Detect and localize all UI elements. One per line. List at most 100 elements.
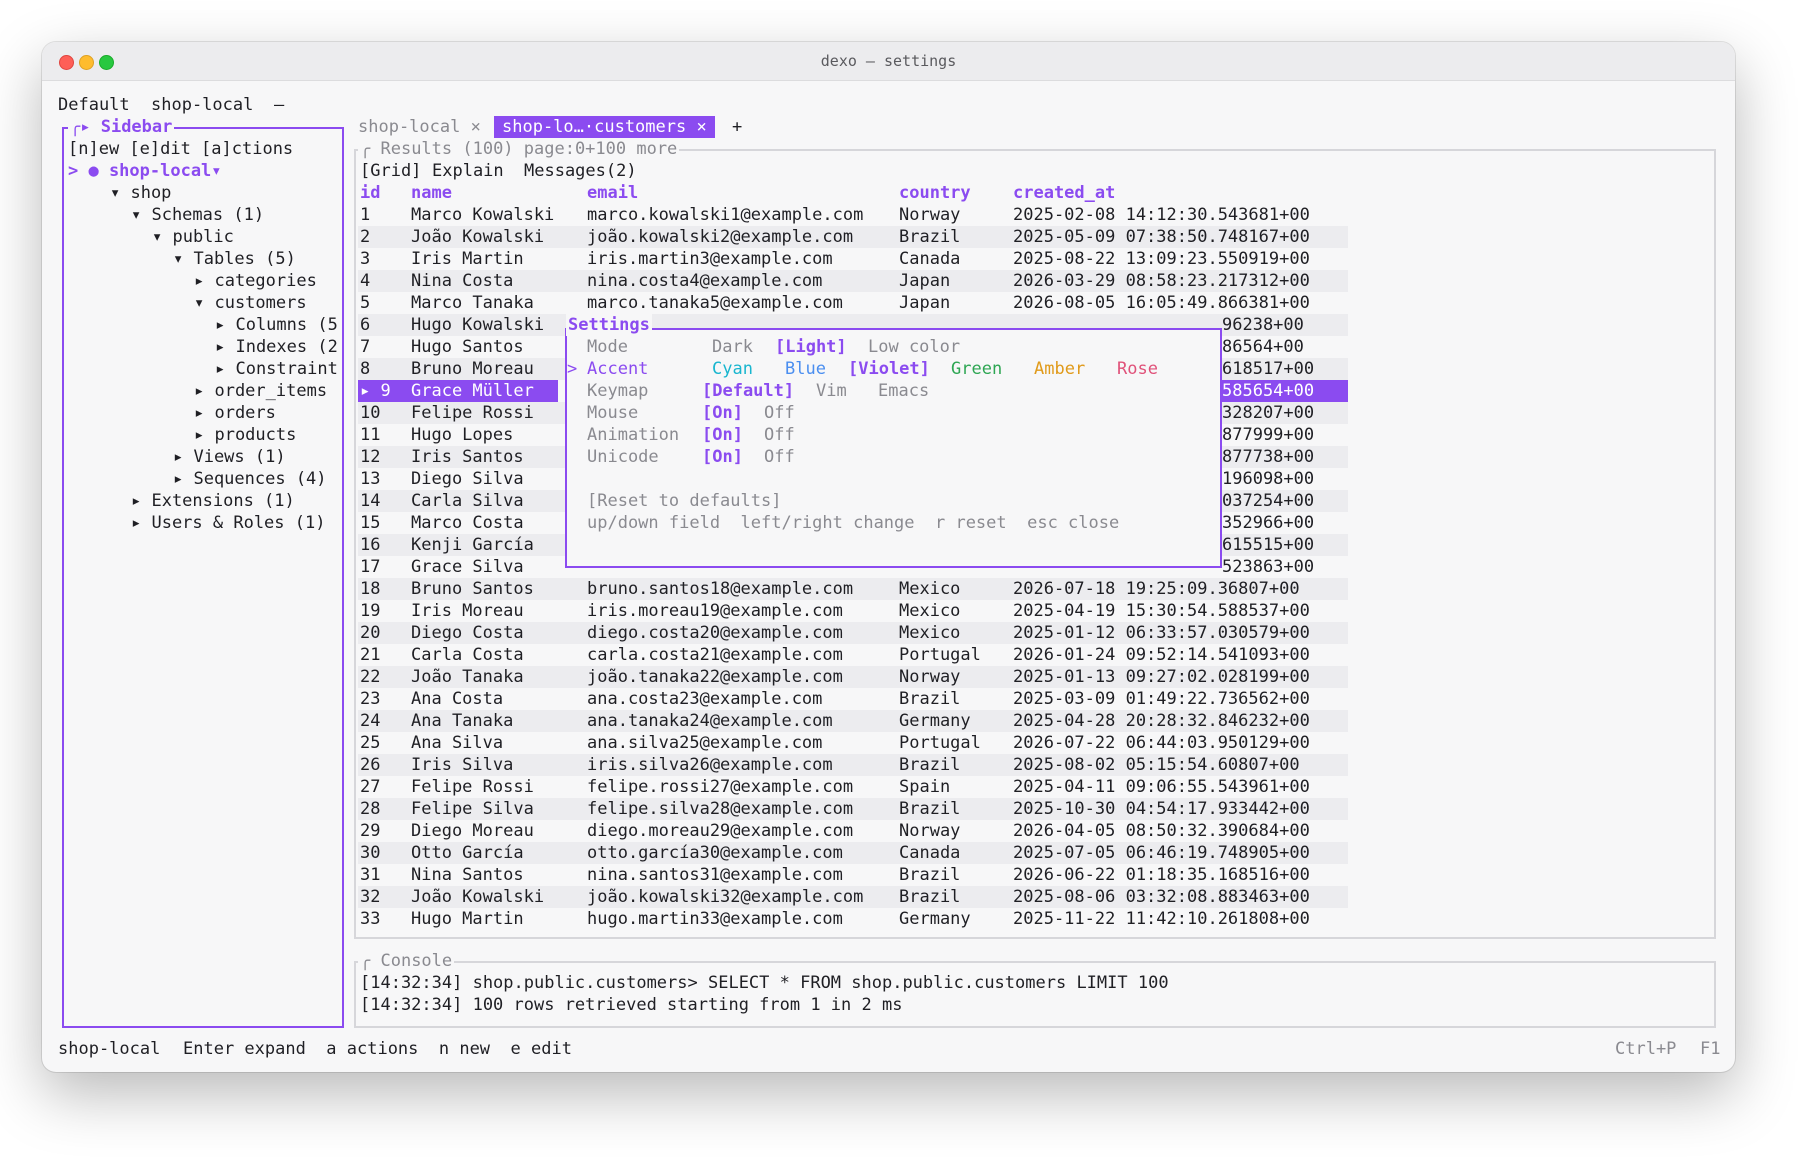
table-cell[interactable]: Iris Martin [411,248,524,270]
table-cell[interactable]: Portugal [899,732,981,754]
tab-customers[interactable]: shop-lo…·customers × [494,116,715,138]
table-cell[interactable]: diego.moreau29@example.com [587,820,853,842]
sidebar-tree-item[interactable]: ▸ orders [194,402,276,424]
table-cell[interactable]: Carla Costa [411,644,524,666]
table-cell[interactable]: Grace Silva [411,556,524,578]
table-cell[interactable]: 29 [360,820,380,842]
table-cell[interactable]: Marco Tanaka [411,292,534,314]
table-cell[interactable]: 2025-08-02 05:15:54.60807+00 [1013,754,1300,776]
table-cell[interactable]: 618517+00 [1222,358,1314,380]
table-cell[interactable]: diego.costa20@example.com [587,622,843,644]
table-cell[interactable]: Brazil [899,688,960,710]
table-cell[interactable]: Brazil [899,886,960,908]
reset-defaults-button[interactable]: [Reset to defaults] [587,490,781,512]
sidebar-tree-item[interactable]: ▸ order_items [194,380,327,402]
table-cell[interactable]: 4 [360,270,370,292]
sidebar-tree-item[interactable]: ▸ Indexes (2 [215,336,338,358]
keymap-option-default[interactable]: [Default] [702,380,794,402]
column-header-email[interactable]: email [587,182,638,204]
sidebar-tree-item[interactable]: ▾ Tables (5) [173,248,296,270]
table-cell[interactable]: 18 [360,578,380,600]
table-cell[interactable]: Marco Costa [411,512,524,534]
table-cell[interactable]: Norway [899,666,960,688]
table-cell[interactable]: Iris Moreau [411,600,524,622]
table-cell[interactable]: iris.silva26@example.com [587,754,833,776]
table-cell[interactable]: 352966+00 [1222,512,1314,534]
table-cell[interactable]: Brazil [899,754,960,776]
keymap-option-emacs[interactable]: Emacs [878,380,929,402]
table-cell[interactable]: joão.kowalski2@example.com [587,226,853,248]
table-cell[interactable]: 21 [360,644,380,666]
table-cell[interactable]: 19 [360,600,380,622]
mouse-option-off[interactable]: Off [764,402,795,424]
table-cell[interactable]: 96238+00 [1222,314,1304,336]
keymap-option-vim[interactable]: Vim [816,380,847,402]
table-cell[interactable]: Ana Silva [411,732,503,754]
table-cell[interactable]: João Tanaka [411,666,524,688]
table-cell[interactable]: 2026-01-24 09:52:14.541093+00 [1013,644,1310,666]
table-cell[interactable]: Canada [899,248,960,270]
table-cell[interactable]: Hugo Martin [411,908,524,930]
table-cell[interactable]: 24 [360,710,380,732]
table-cell[interactable]: 30 [360,842,380,864]
table-cell[interactable]: João Kowalski [411,886,544,908]
table-cell[interactable]: ana.tanaka24@example.com [587,710,833,732]
mode-option-light[interactable]: [Light] [775,336,847,358]
subtab-messages[interactable]: Messages(2) [524,160,637,182]
table-cell[interactable]: 22 [360,666,380,688]
subtab-grid[interactable]: [Grid] [360,160,421,182]
table-cell[interactable]: Diego Moreau [411,820,534,842]
table-cell[interactable]: 14 [360,490,380,512]
table-cell[interactable]: carla.costa21@example.com [587,644,843,666]
command-palette-shortcut[interactable]: Ctrl+P [1615,1038,1676,1060]
table-cell[interactable]: Felipe Rossi [411,402,534,424]
table-cell[interactable]: 2025-04-19 15:30:54.588537+00 [1013,600,1310,622]
table-cell[interactable]: 13 [360,468,380,490]
mode-option-low-color[interactable]: Low color [868,336,960,358]
table-cell[interactable]: Brazil [899,226,960,248]
table-cell[interactable]: 5 [360,292,370,314]
table-cell[interactable]: Hugo Lopes [411,424,513,446]
sidebar-tree-item[interactable]: ▸ Sequences (4) [173,468,327,490]
table-cell[interactable]: 3 [360,248,370,270]
connection-label[interactable]: shop-local [151,94,253,116]
sidebar-tree-item[interactable]: ▾ shop [110,182,171,204]
table-cell[interactable]: marco.tanaka5@example.com [587,292,843,314]
table-cell[interactable]: Canada [899,842,960,864]
table-cell[interactable]: Nina Santos [411,864,524,886]
table-cell[interactable]: 10 [360,402,380,424]
table-cell[interactable]: 2025-08-06 03:32:08.883463+00 [1013,886,1310,908]
sidebar-tree-item[interactable]: ▸ Constraint [215,358,338,380]
table-cell[interactable]: iris.martin3@example.com [587,248,833,270]
table-cell[interactable]: Germany [899,710,971,732]
table-cell[interactable]: 11 [360,424,380,446]
table-cell[interactable]: Mexico [899,578,960,600]
column-header-country[interactable]: country [899,182,971,204]
table-cell[interactable]: 6 [360,314,370,336]
table-cell[interactable]: 28 [360,798,380,820]
table-cell[interactable]: 7 [360,336,370,358]
table-cell[interactable]: 523863+00 [1222,556,1314,578]
table-cell[interactable]: Iris Silva [411,754,513,776]
table-cell[interactable]: 8 [360,358,370,380]
table-cell[interactable]: Norway [899,204,960,226]
table-cell[interactable]: 23 [360,688,380,710]
table-cell[interactable]: Spain [899,776,950,798]
table-cell[interactable]: Brazil [899,864,960,886]
accent-option-violet[interactable]: [Violet] [848,358,930,380]
table-cell[interactable]: Brazil [899,798,960,820]
table-cell[interactable]: Mexico [899,600,960,622]
table-cell[interactable]: Felipe Rossi [411,776,534,798]
table-cell[interactable]: hugo.martin33@example.com [587,908,843,930]
sidebar-tree-item[interactable]: ▸ Users & Roles (1) [131,512,325,534]
table-cell[interactable]: 25 [360,732,380,754]
table-cell[interactable]: ana.costa23@example.com [587,688,822,710]
accent-option-rose[interactable]: Rose [1117,358,1158,380]
table-cell[interactable]: 2025-01-13 09:27:02.028199+00 [1013,666,1310,688]
table-cell[interactable]: Diego Silva [411,468,524,490]
table-cell[interactable]: 2025-01-12 06:33:57.030579+00 [1013,622,1310,644]
mouse-option-on[interactable]: [On] [702,402,743,424]
table-cell[interactable]: 86564+00 [1222,336,1304,358]
unicode-option-on[interactable]: [On] [702,446,743,468]
animation-option-off[interactable]: Off [764,424,795,446]
